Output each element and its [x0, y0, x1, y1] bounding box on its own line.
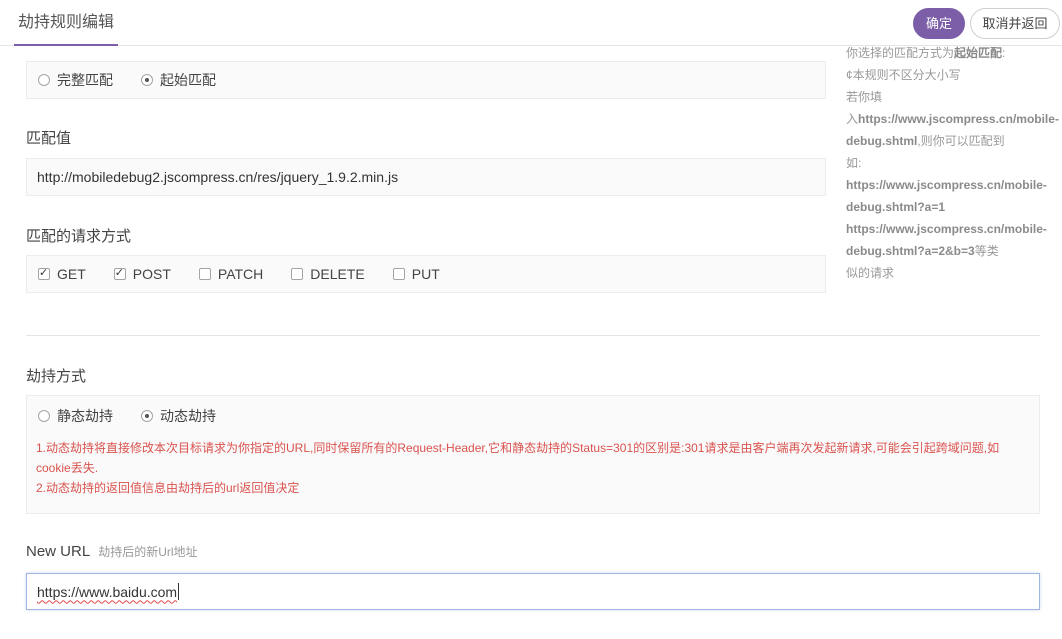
option-label: 动态劫持	[160, 408, 216, 424]
hijack-mode-options: 静态劫持 动态劫持	[38, 406, 1039, 426]
checkbox-post[interactable]	[113, 266, 126, 280]
text-cursor	[178, 583, 180, 600]
hint-line: 如:	[846, 156, 862, 170]
confirm-button[interactable]: 确定	[913, 8, 965, 39]
checkbox-put[interactable]	[392, 268, 405, 280]
radio-dynamic-hijack[interactable]	[141, 410, 153, 422]
method-put-option[interactable]: PUT	[392, 266, 440, 282]
option-label: POST	[132, 266, 171, 282]
radio-full-match[interactable]	[38, 74, 50, 86]
hijack-mode-label: 劫持方式	[26, 368, 87, 385]
method-delete-option[interactable]: DELETE	[291, 266, 365, 282]
section-divider	[26, 335, 1040, 336]
hint-line: 若你填	[846, 90, 883, 104]
option-label: GET	[57, 266, 86, 282]
hijack-note-1: 1.动态劫持将直接修改本次目标请求为你指定的URL,同时保留所有的Request…	[36, 441, 1000, 455]
hijack-note-2: 2.动态劫持的返回值信息由劫持后的url返回值决定	[36, 481, 300, 495]
new-url-input[interactable]: https://www.baidu.com	[26, 573, 1040, 610]
match-value-label: 匹配值	[26, 130, 72, 147]
option-label: 静态劫持	[57, 408, 113, 424]
checkbox-get[interactable]	[38, 266, 50, 280]
radio-prefix-match[interactable]	[141, 74, 153, 86]
option-label: PATCH	[217, 266, 264, 282]
request-methods-panel: GET POST PATCH DELETE PUT	[26, 255, 826, 293]
method-post-option[interactable]: POST	[113, 266, 171, 282]
match-value-text: http://mobiledebug2.jscompress.cn/res/jq…	[37, 169, 399, 185]
hijack-mode-panel: 静态劫持 动态劫持 1.动态劫持将直接修改本次目标请求为你指定的URL,同时保留…	[26, 395, 1040, 514]
option-label: DELETE	[310, 266, 365, 282]
cancel-return-button[interactable]: 取消并返回	[970, 8, 1060, 39]
hint-line: 你选择的匹配方式为起始匹配:	[846, 46, 1006, 60]
method-get-option[interactable]: GET	[38, 266, 86, 282]
new-url-value: https://www.baidu.com	[37, 583, 178, 600]
match-value-field[interactable]: http://mobiledebug2.jscompress.cn/res/jq…	[26, 158, 826, 196]
hint-line: debug.shtml?a=2&b=3等类	[846, 244, 999, 258]
new-url-label-row: New URL 劫持后的新Url地址	[26, 543, 198, 560]
hijack-static-option[interactable]: 静态劫持	[38, 406, 113, 426]
new-url-sublabel: 劫持后的新Url地址	[98, 545, 198, 559]
option-label: PUT	[411, 266, 440, 282]
hijack-dynamic-option[interactable]: 动态劫持	[141, 406, 216, 426]
hint-line: 似的请求	[846, 266, 895, 280]
page-title-tab[interactable]: 劫持规则编辑	[14, 0, 119, 46]
hijack-note-1-cont: cookie丢失.	[36, 461, 99, 475]
method-patch-option[interactable]: PATCH	[198, 266, 264, 282]
top-bar: 劫持规则编辑 确定 取消并返回	[0, 0, 1062, 46]
checkbox-delete[interactable]	[291, 268, 304, 280]
hijack-notes: 1.动态劫持将直接修改本次目标请求为你指定的URL,同时保留所有的Request…	[36, 438, 1039, 498]
hint-line: https://www.jscompress.cn/mobile-	[846, 222, 1047, 236]
hint-line: https://www.jscompress.cn/mobile-	[846, 178, 1047, 192]
match-type-full-option[interactable]: 完整匹配	[38, 70, 113, 90]
new-url-label: New URL	[26, 543, 91, 560]
hint-line: 入https://www.jscompress.cn/mobile-	[846, 112, 1059, 126]
hint-line: ¢本规则不区分大小写	[846, 68, 961, 82]
option-label: 起始匹配	[160, 72, 216, 88]
hint-line: debug.shtml?a=1	[846, 200, 946, 214]
option-label: 完整匹配	[57, 72, 113, 88]
hint-line: debug.shtml,则你可以匹配到	[846, 134, 1005, 148]
checkbox-patch[interactable]	[198, 268, 211, 280]
radio-static-hijack[interactable]	[38, 410, 50, 422]
match-type-prefix-option[interactable]: 起始匹配	[141, 70, 216, 90]
request-methods-label: 匹配的请求方式	[26, 228, 132, 245]
match-hint-panel: 你选择的匹配方式为起始匹配: ¢本规则不区分大小写 若你填 入https://w…	[846, 42, 1062, 284]
match-type-panel: 完整匹配 起始匹配	[26, 61, 826, 99]
